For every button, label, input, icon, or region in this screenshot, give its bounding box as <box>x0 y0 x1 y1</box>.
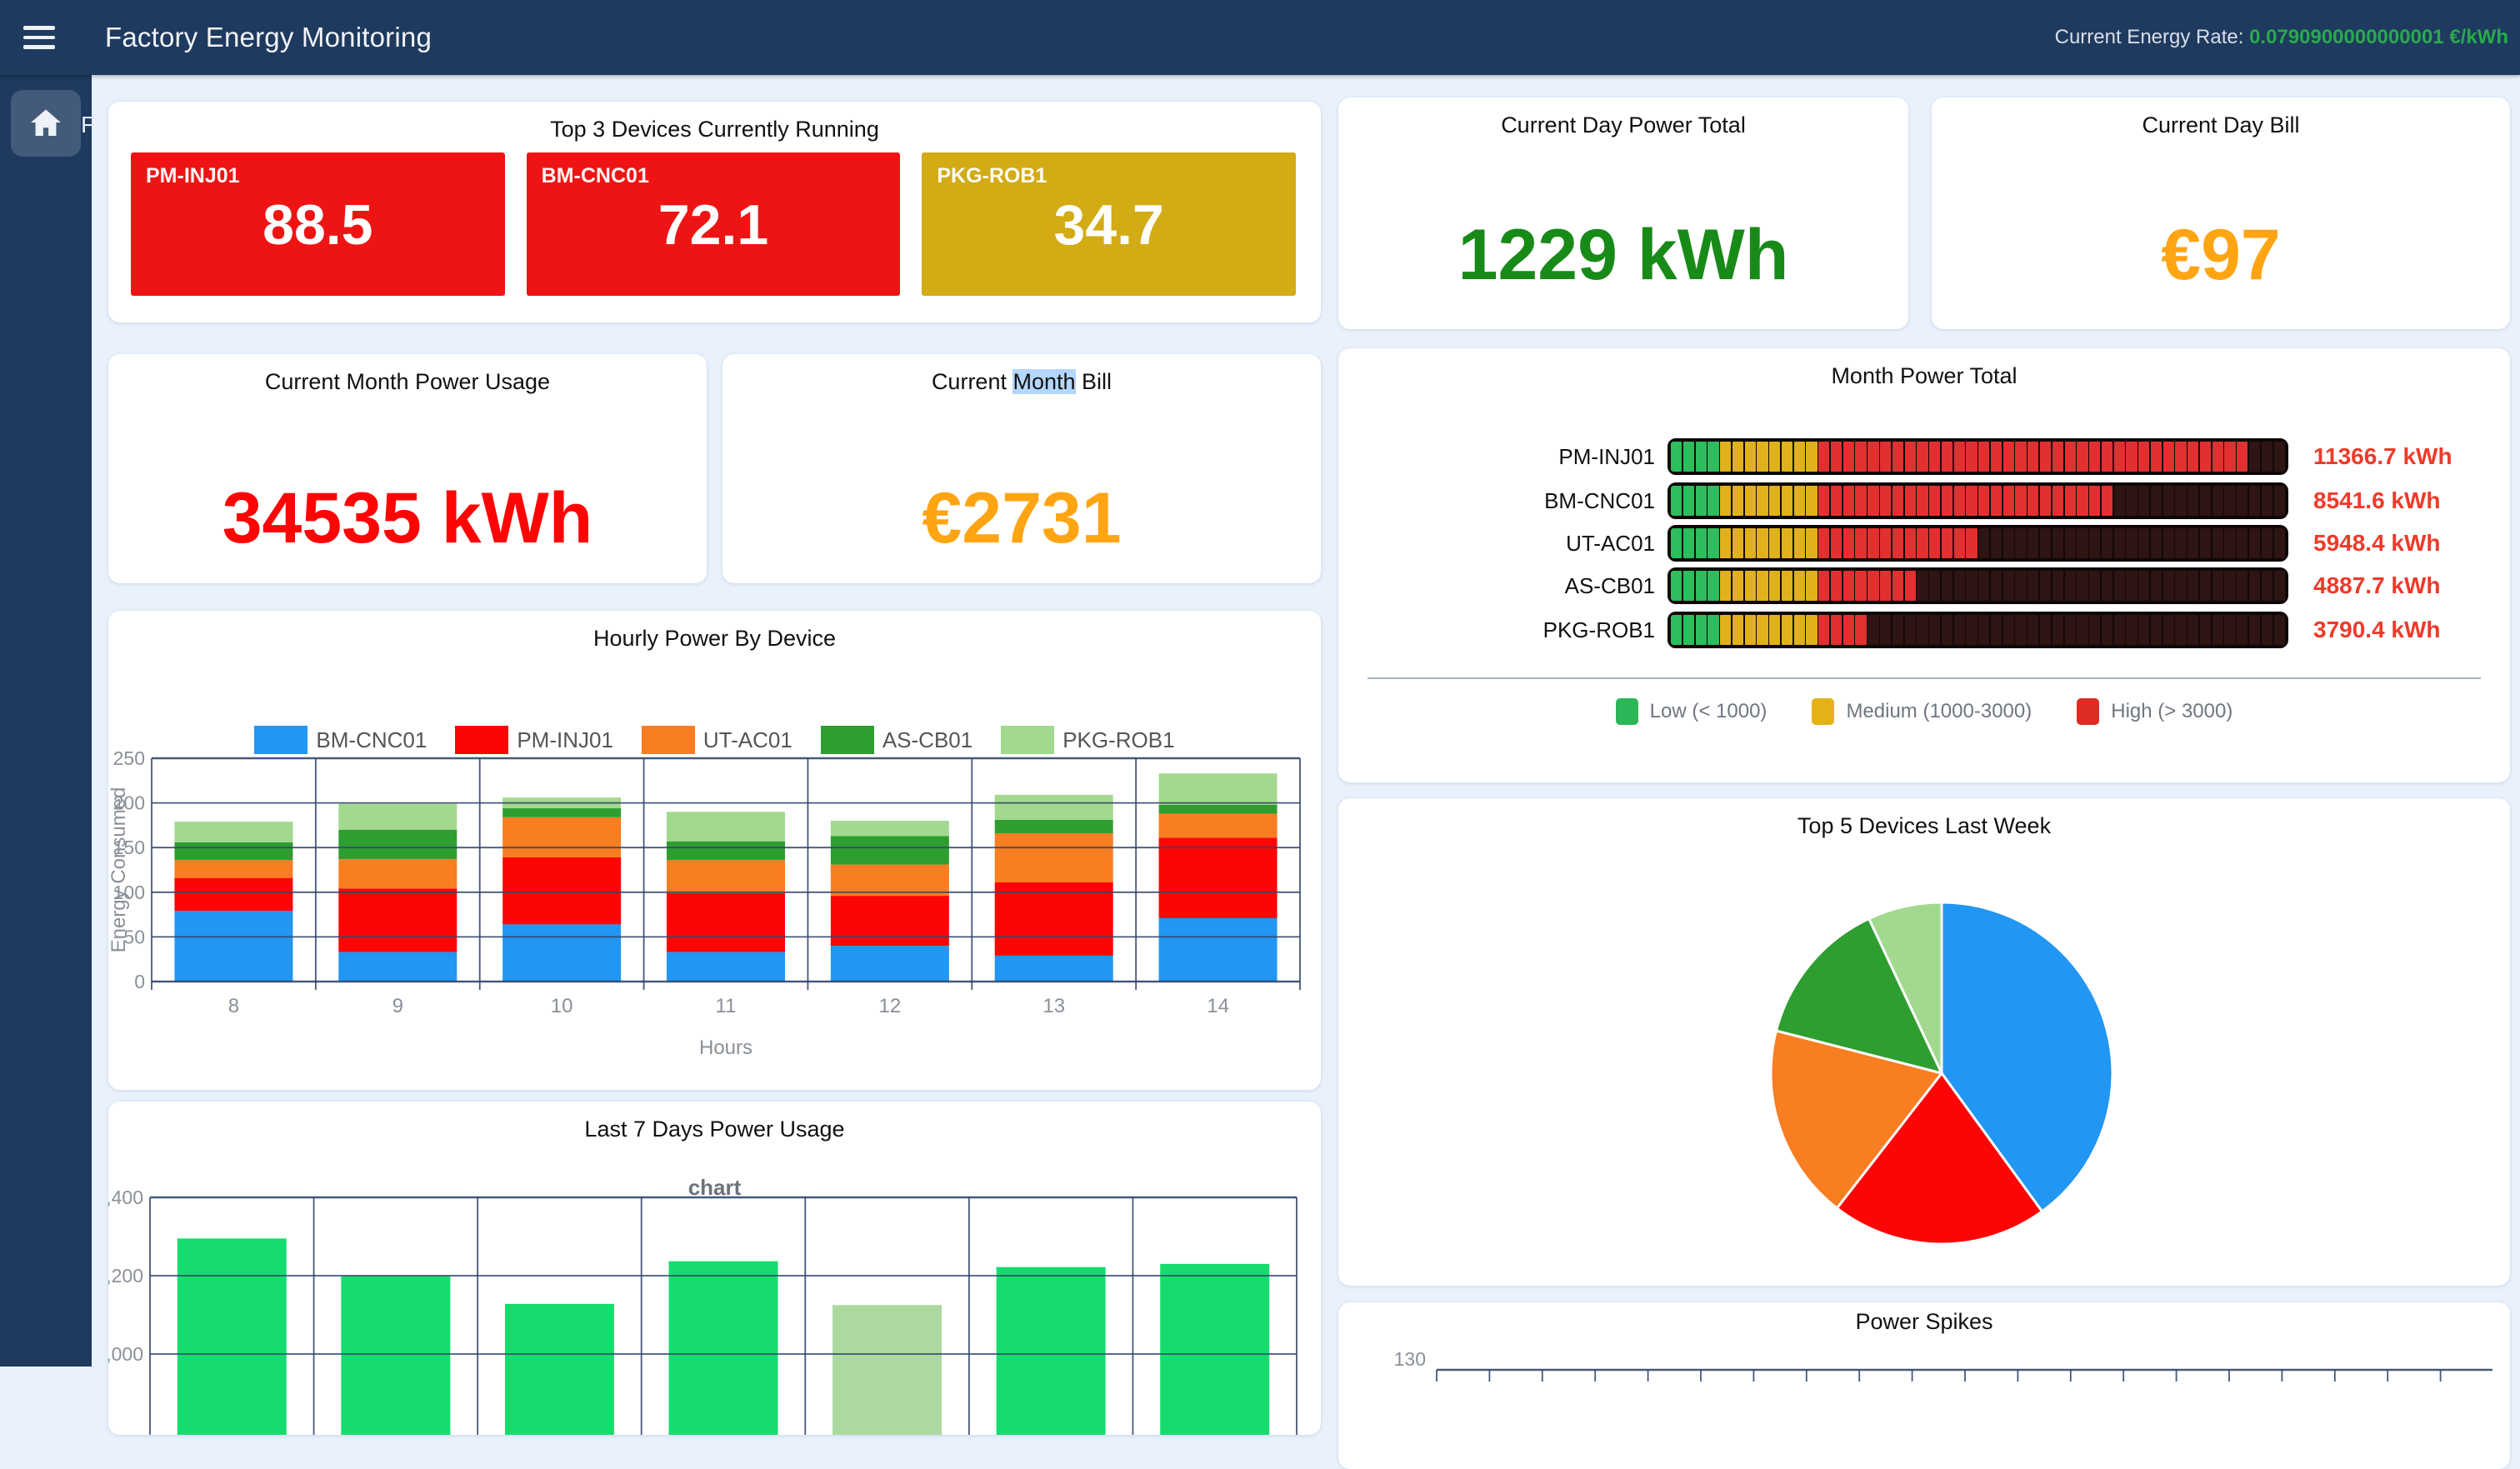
home-icon <box>28 106 64 141</box>
day-power-total-value: 1229 kWh <box>1338 214 1908 297</box>
legend-item-medium: Medium (1000-3000) <box>1812 698 2032 725</box>
gauge-kwh-value: 4887.7 kWh <box>2313 567 2441 604</box>
gauge-kwh-value: 3790.4 kWh <box>2313 612 2441 648</box>
gauge-device-label: PKG-ROB1 <box>1338 612 1655 648</box>
gauge-device-label: PM-INJ01 <box>1338 438 1655 475</box>
card-month-power-total: Month Power Total PM-INJ01 11366.7 kWh B… <box>1338 348 2510 782</box>
card-top5-devices-pie: Top 5 Devices Last Week <box>1338 798 2510 1286</box>
device-power-value: 72.1 <box>527 192 901 257</box>
left-sidebar: F <box>0 75 92 1367</box>
card-current-day-bill: Current Day Bill €97 <box>1932 97 2510 329</box>
svg-text:130: 130 <box>1394 1348 1426 1370</box>
device-tile-pm-inj01: PM-INJ01 88.5 <box>131 152 505 296</box>
title-selected-text: Month <box>1012 369 1075 394</box>
energy-rate-value: 0.0790900000000001 <box>2249 26 2444 48</box>
legend-label: Low (< 1000) <box>1650 700 1768 723</box>
gauge-row-ut-ac01: UT-AC01 5948.4 kWh <box>1338 525 2510 562</box>
power-spikes-chart: 130 <box>1338 1302 2510 1469</box>
gauge-bar <box>1668 612 2288 648</box>
gauge-bar <box>1668 525 2288 562</box>
card-title-month-total: Month Power Total <box>1338 363 2510 389</box>
svg-text:1,400: 1,400 <box>108 1187 143 1208</box>
title-suffix: Bill <box>1076 369 1112 394</box>
svg-text:13: 13 <box>1042 995 1065 1017</box>
svg-text:1,000: 1,000 <box>108 1343 143 1365</box>
sidebar-clipped-label: F <box>81 112 95 138</box>
gauge-bar <box>1668 567 2288 604</box>
device-name: PKG-ROB1 <box>937 164 1047 188</box>
gauge-bar <box>1668 482 2288 519</box>
energy-rate-readout: Current Energy Rate: 0.0790900000000001 … <box>2055 0 2508 75</box>
gauge-row-bm-cnc01: BM-CNC01 8541.6 kWh <box>1338 482 2510 519</box>
gauge-kwh-value: 11366.7 kWh <box>2313 438 2452 475</box>
month-power-usage-value: 34535 kWh <box>108 477 707 560</box>
card-title-day-power: Current Day Power Total <box>1338 112 1908 138</box>
legend-divider <box>1368 677 2481 679</box>
device-tile-pkg-rob1: PKG-ROB1 34.7 <box>922 152 1296 296</box>
gauge-row-pm-inj01: PM-INJ01 11366.7 kWh <box>1338 438 2510 475</box>
card-power-spikes: Power Spikes 130 <box>1338 1302 2510 1469</box>
card-title-top3: Top 3 Devices Currently Running <box>108 117 1321 142</box>
gauge-device-label: UT-AC01 <box>1338 525 1655 562</box>
hourly-stacked-bar-chart: 050100150200250891011121314HoursEnergy C… <box>108 611 1321 1090</box>
card-last-7-days: Last 7 Days Power Usage chart 1,4001,200… <box>108 1102 1321 1435</box>
card-top-3-devices: Top 3 Devices Currently Running PM-INJ01… <box>108 102 1321 322</box>
month-bill-value: €2731 <box>722 477 1321 560</box>
svg-text:8: 8 <box>228 995 239 1017</box>
card-current-month-power-usage: Current Month Power Usage 34535 kWh <box>108 354 707 583</box>
device-power-value: 88.5 <box>131 192 505 257</box>
svg-text:Energy Consumed: Energy Consumed <box>108 787 130 953</box>
legend-swatch-high <box>2077 698 2099 725</box>
title-prefix: Current <box>932 369 1013 394</box>
energy-rate-label: Current Energy Rate: <box>2055 26 2244 48</box>
last7-bar-chart: 1,400 1,200 1,000 <box>108 1102 1321 1435</box>
gauge-bar <box>1668 438 2288 475</box>
svg-text:14: 14 <box>1207 995 1229 1017</box>
legend-label: High (> 3000) <box>2111 700 2232 723</box>
svg-text:0: 0 <box>134 971 145 992</box>
svg-text:1,200: 1,200 <box>108 1265 143 1287</box>
svg-text:250: 250 <box>113 747 145 769</box>
legend-swatch-low <box>1616 698 1638 725</box>
svg-text:12: 12 <box>879 995 902 1017</box>
svg-text:9: 9 <box>392 995 403 1017</box>
app-title: Factory Energy Monitoring <box>105 0 432 75</box>
gauge-device-label: AS-CB01 <box>1338 567 1655 604</box>
svg-text:Hours: Hours <box>699 1037 752 1059</box>
svg-text:11: 11 <box>716 995 737 1017</box>
device-tile-bm-cnc01: BM-CNC01 72.1 <box>527 152 901 296</box>
device-name: BM-CNC01 <box>542 164 649 188</box>
card-title-month-bill: Current Month Bill <box>722 369 1321 395</box>
gauge-row-as-cb01: AS-CB01 4887.7 kWh <box>1338 567 2510 604</box>
card-current-month-bill: Current Month Bill €2731 <box>722 354 1321 583</box>
top-navbar: Factory Energy Monitoring Current Energy… <box>0 0 2520 75</box>
legend-label: Medium (1000-3000) <box>1846 700 2032 723</box>
gauge-row-pkg-rob1: PKG-ROB1 3790.4 kWh <box>1338 612 2510 648</box>
card-hourly-power-by-device: Hourly Power By Device BM-CNC01 PM-INJ01… <box>108 611 1321 1090</box>
svg-text:10: 10 <box>551 995 573 1017</box>
legend-swatch-medium <box>1812 698 1834 725</box>
card-title-day-bill: Current Day Bill <box>1932 112 2510 138</box>
card-current-day-power-total: Current Day Power Total 1229 kWh <box>1338 97 1908 329</box>
legend-item-low: Low (< 1000) <box>1616 698 1768 725</box>
gauge-device-label: BM-CNC01 <box>1338 482 1655 519</box>
day-bill-value: €97 <box>1932 214 2510 297</box>
home-nav-button[interactable] <box>11 90 81 157</box>
hamburger-menu-icon[interactable] <box>23 22 57 53</box>
gauge-kwh-value: 8541.6 kWh <box>2313 482 2441 519</box>
card-title-month-usage: Current Month Power Usage <box>108 369 707 395</box>
energy-rate-unit: €/kWh <box>2449 26 2508 48</box>
top5-pie-chart <box>1338 798 2510 1286</box>
gauge-kwh-value: 5948.4 kWh <box>2313 525 2441 562</box>
device-name: PM-INJ01 <box>146 164 240 188</box>
threshold-legend: Low (< 1000) Medium (1000-3000) High (> … <box>1338 698 2510 725</box>
device-tiles: PM-INJ01 88.5 BM-CNC01 72.1 PKG-ROB1 34.… <box>131 152 1296 296</box>
device-power-value: 34.7 <box>922 192 1296 257</box>
legend-item-high: High (> 3000) <box>2077 698 2232 725</box>
